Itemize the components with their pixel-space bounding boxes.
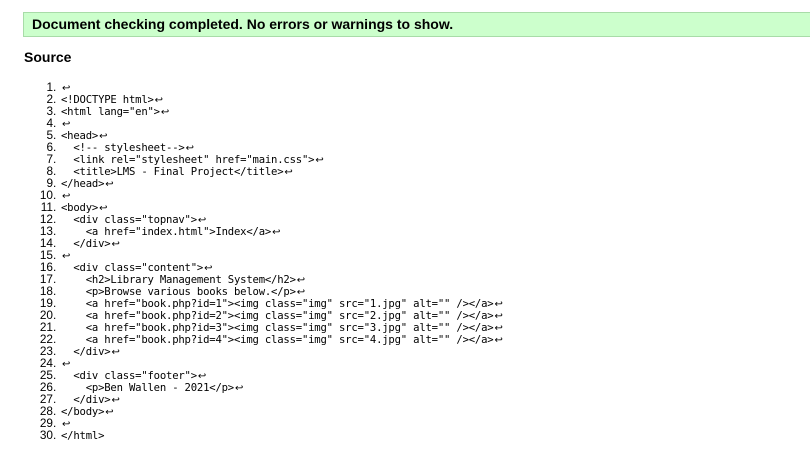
source-line: 3. <html lang="en">↩ bbox=[32, 105, 503, 118]
success-banner: Document checking completed. No errors o… bbox=[23, 12, 810, 37]
source-line: 26. <p>Ben Wallen - 2021</p>↩ bbox=[32, 381, 503, 394]
return-icon: ↩ bbox=[315, 155, 324, 166]
source-line: 14. </div>↩ bbox=[32, 237, 503, 250]
source-line: 19. <a href="book.php?id=1"><img class="… bbox=[32, 297, 503, 310]
source-line: 30. </html> bbox=[32, 428, 503, 442]
return-icon: ↩ bbox=[111, 239, 120, 250]
source-line: 12. <div class="topnav">↩ bbox=[32, 213, 503, 226]
source-line: 7. <link rel="stylesheet" href="main.css… bbox=[32, 153, 503, 166]
source-line: 24. ↩ bbox=[32, 357, 503, 370]
return-icon: ↩ bbox=[105, 407, 114, 418]
source-line: 28. </body>↩ bbox=[32, 405, 503, 418]
source-line: 4. ↩ bbox=[32, 117, 503, 130]
source-listing: 1. ↩ 2. <!DOCTYPE html>↩ 3. <html lang="en">↩… bbox=[32, 81, 503, 442]
source-line: 11. <body>↩ bbox=[32, 201, 503, 214]
line-code: <a href="book.php?id=4"><img class="img"… bbox=[61, 334, 494, 346]
return-icon: ↩ bbox=[494, 335, 503, 346]
source-line: 17. <h2>Library Management System</h2>↩ bbox=[32, 273, 503, 286]
source-line: 8. <title>LMS - Final Project</title>↩ bbox=[32, 165, 503, 178]
source-line: 9. </head>↩ bbox=[32, 177, 503, 190]
return-icon: ↩ bbox=[111, 347, 120, 358]
source-heading: Source bbox=[24, 49, 72, 65]
source-line: 27. </div>↩ bbox=[32, 393, 503, 406]
return-icon: ↩ bbox=[160, 107, 170, 118]
source-line: 10. ↩ bbox=[32, 189, 503, 202]
source-line: 21. <a href="book.php?id=3"><img class="… bbox=[32, 321, 503, 334]
source-line: 16. <div class="content">↩ bbox=[32, 261, 503, 274]
source-line: 5. <head>↩ bbox=[32, 129, 503, 142]
source-line: 1. ↩ bbox=[32, 81, 503, 94]
source-line: 22. <a href="book.php?id=4"><img class="… bbox=[32, 333, 503, 346]
return-icon: ↩ bbox=[272, 227, 281, 238]
return-icon: ↩ bbox=[284, 167, 293, 178]
source-line: 25. <div class="footer">↩ bbox=[32, 369, 503, 382]
line-code: </html> bbox=[61, 430, 105, 442]
line-number-dot: . bbox=[53, 428, 57, 442]
source-line: 20. <a href="book.php?id=2"><img class="… bbox=[32, 309, 503, 322]
line-code: <html lang="en"> bbox=[61, 106, 160, 118]
source-line: 13. <a href="index.html">Index</a>↩ bbox=[32, 225, 503, 238]
return-icon: ↩ bbox=[234, 383, 244, 394]
source-line: 29. ↩ bbox=[32, 417, 503, 430]
line-number: 30 bbox=[39, 428, 53, 442]
source-line: 18. <p>Browse various books below.</p>↩ bbox=[32, 285, 503, 298]
return-icon: ↩ bbox=[105, 179, 114, 190]
source-line: 6. <!-- stylesheet-->↩ bbox=[32, 141, 503, 154]
success-message: Document checking completed. No errors o… bbox=[32, 16, 454, 32]
source-line: 23. </div>↩ bbox=[32, 345, 503, 358]
source-line: 2. <!DOCTYPE html>↩ bbox=[32, 93, 503, 106]
source-line: 15. ↩ bbox=[32, 249, 503, 262]
